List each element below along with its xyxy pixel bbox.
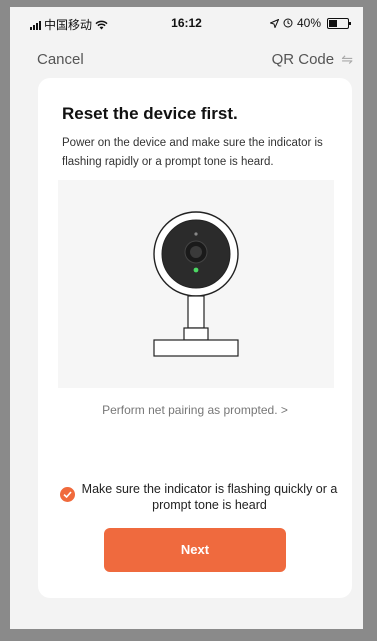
battery-percent: 40%: [296, 16, 321, 30]
camera-illustration: [58, 180, 334, 388]
status-right: 40%: [269, 16, 351, 30]
nav-bar: Cancel QR Code ⇋: [10, 45, 363, 71]
next-button[interactable]: Next: [104, 528, 286, 572]
confirm-label: Make sure the indicator is flashing quic…: [81, 482, 338, 512]
phone-screen: 中国移动 16:12 40% Cancel QR Code ⇋ Reset th…: [10, 7, 363, 629]
alarm-icon: [283, 18, 293, 28]
status-bar: 中国移动 16:12 40%: [10, 7, 363, 35]
reset-card: Reset the device first. Power on the dev…: [38, 78, 352, 598]
page-title: Reset the device first.: [62, 104, 238, 123]
confirm-row: Make sure the indicator is flashing quic…: [60, 481, 340, 513]
qr-code-label: QR Code: [271, 51, 335, 68]
qr-code-button[interactable]: QR Code ⇋: [272, 51, 353, 68]
confirm-checkbox[interactable]: [60, 487, 75, 502]
cancel-button[interactable]: Cancel: [37, 51, 84, 68]
check-icon: [63, 491, 72, 499]
pairing-help-link[interactable]: Perform net pairing as prompted. >: [38, 403, 352, 417]
reset-description: Power on the device and make sure the in…: [62, 137, 323, 168]
battery-icon: [327, 17, 351, 29]
swap-icon: ⇋: [341, 51, 353, 67]
location-arrow-icon: [269, 18, 279, 28]
camera-drawing: [153, 211, 239, 357]
